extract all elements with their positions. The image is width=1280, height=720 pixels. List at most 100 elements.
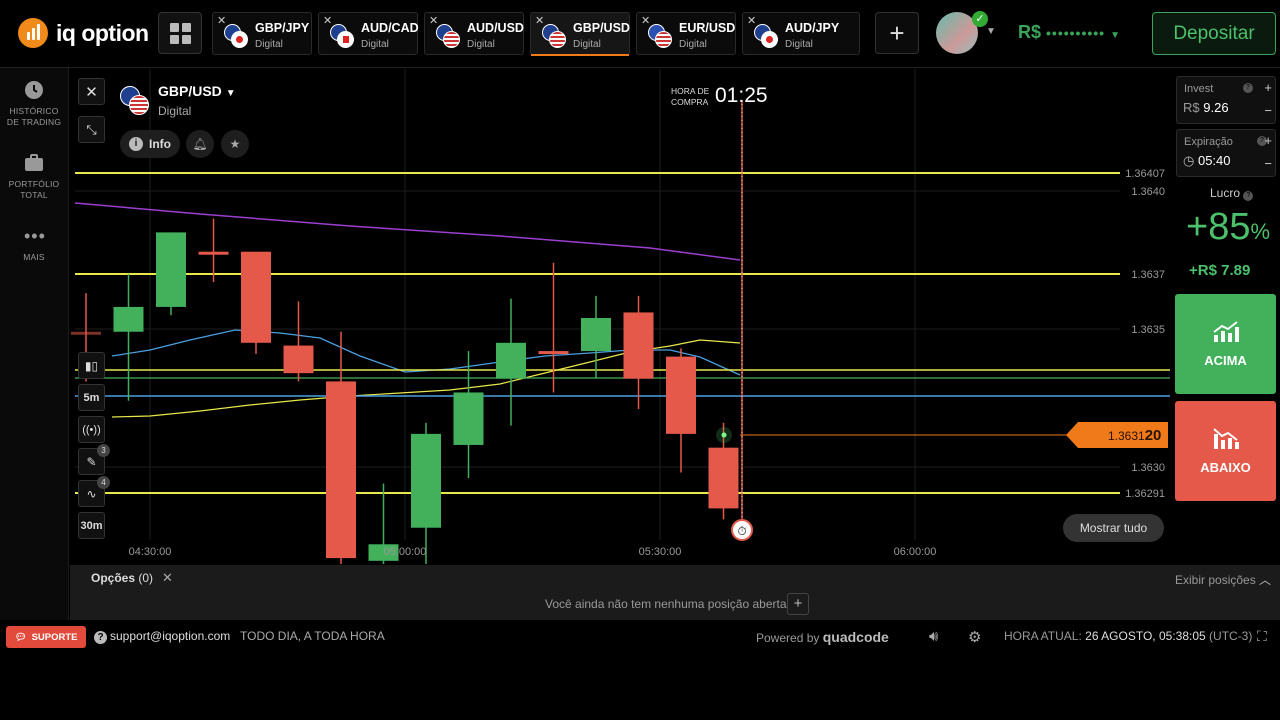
- show-all-button[interactable]: Mostrar tudo: [1063, 514, 1164, 542]
- tab-pair-label: AUD/JPY: [785, 21, 840, 35]
- show-positions-toggle[interactable]: Exibir posições ︿: [1175, 571, 1271, 588]
- support-button[interactable]: 💬︎ SUPORTE: [6, 626, 86, 648]
- candle-body[interactable]: [666, 356, 696, 434]
- tab-eur-usd[interactable]: ✕ EUR/USD Digital: [636, 12, 736, 55]
- help-icon: ?: [1243, 191, 1254, 201]
- info-icon: i: [129, 137, 143, 151]
- candle-body[interactable]: [708, 447, 739, 509]
- help-icon: ?: [94, 631, 107, 644]
- fullscreen-icon[interactable]: ⛶: [1257, 628, 1267, 645]
- sound-icon[interactable]: 🔊︎: [929, 628, 938, 645]
- invest-decrease-button[interactable]: −: [1264, 103, 1272, 118]
- tab-aud-jpy[interactable]: ✕ AUD/JPY Digital: [742, 12, 860, 55]
- candle-body[interactable]: [241, 251, 271, 343]
- star-icon: ★: [229, 137, 241, 151]
- candle-body[interactable]: [538, 351, 569, 355]
- options-tab[interactable]: Opções (0): [91, 571, 153, 585]
- broadcast-icon: ((•)): [82, 423, 101, 436]
- candle-body[interactable]: [453, 392, 484, 445]
- expiry-increase-button[interactable]: +: [1264, 133, 1272, 148]
- invest-value[interactable]: R$ 9.26: [1183, 100, 1229, 115]
- buy-down-button[interactable]: ABAIXO: [1175, 401, 1276, 501]
- expiry-label: Expiração: [1184, 136, 1233, 148]
- invest-field[interactable]: Invest ? R$ 9.26 + −: [1176, 76, 1276, 124]
- chart-type-button[interactable]: ▮▯: [78, 352, 105, 379]
- currency-label: R$: [1018, 22, 1042, 42]
- help-icon[interactable]: ?: [1243, 83, 1253, 93]
- candle-body[interactable]: [411, 433, 441, 528]
- y-tick-label: 1.36291: [1125, 488, 1165, 500]
- tab-type-label: Digital: [573, 39, 601, 50]
- current-time: HORA ATUAL: 26 AGOSTO, 05:38:05 (UTC-3): [1004, 629, 1253, 643]
- support-email[interactable]: ? support@iqoption.com: [94, 629, 230, 644]
- brand-logo[interactable]: iq option: [18, 18, 149, 48]
- tab-gbp-jpy[interactable]: ✕ GBP/JPY Digital: [212, 12, 312, 55]
- profit-label: Lucro ?: [1210, 186, 1254, 201]
- close-chart-button[interactable]: ✕: [78, 78, 105, 105]
- trading-app: iq option ✕ GBP/JPY Digital ✕ AUD/CAD Di…: [0, 0, 1280, 720]
- drawing-tools-button[interactable]: ✎ 3: [78, 444, 110, 475]
- candle-body[interactable]: [326, 381, 356, 559]
- buy-up-button[interactable]: ACIMA: [1175, 294, 1276, 394]
- clock-icon: ◷: [1183, 153, 1195, 168]
- current-price-label: 1.363120: [1108, 427, 1161, 444]
- buy-down-label: ABAIXO: [1200, 459, 1251, 475]
- info-label: Info: [149, 137, 171, 151]
- chevron-down-icon[interactable]: ▼: [986, 26, 996, 37]
- tab-aud-usd[interactable]: ✕ AUD/USD Digital: [424, 12, 524, 55]
- tab-aud-cad[interactable]: ✕ AUD/CAD Digital: [318, 12, 419, 55]
- live-signal-button[interactable]: ((•)): [78, 416, 105, 443]
- top-bar: iq option ✕ GBP/JPY Digital ✕ AUD/CAD Di…: [0, 0, 1280, 68]
- verified-icon: ✓: [972, 11, 988, 27]
- gear-icon[interactable]: ⚙: [968, 628, 981, 646]
- gbp-usd-flag-icon: [120, 86, 150, 116]
- alert-button[interactable]: 🔔︎: [186, 130, 214, 158]
- chevron-up-icon: ︿: [1259, 573, 1272, 587]
- invest-increase-button[interactable]: +: [1264, 80, 1272, 95]
- tab-gbp-usd[interactable]: ✕ GBP/USD Digital: [530, 12, 630, 56]
- profit-percentage: +85%: [1186, 206, 1271, 248]
- chart-down-icon: [1212, 427, 1239, 449]
- x-tick-label: 04:30:00: [129, 546, 172, 558]
- close-icon: ✕: [85, 83, 98, 101]
- tab-type-label: Digital: [785, 39, 813, 50]
- deposit-button[interactable]: Depositar: [1152, 12, 1276, 55]
- invest-label: Invest: [1184, 83, 1214, 95]
- sidebar-item-history[interactable]: HISTÓRICO DE TRADING: [0, 80, 68, 128]
- candle-body[interactable]: [283, 345, 314, 374]
- period-button[interactable]: 30m: [78, 512, 105, 539]
- pencil-icon: ✎: [86, 454, 97, 469]
- info-button[interactable]: i Info: [120, 130, 180, 158]
- add-position-button[interactable]: +: [787, 593, 809, 615]
- candle-body[interactable]: [623, 312, 654, 379]
- close-icon[interactable]: ✕: [162, 570, 173, 586]
- add-tab-button[interactable]: +: [875, 12, 919, 54]
- candle-body[interactable]: [496, 342, 526, 379]
- asset-selector[interactable]: GBP/USD ▼: [158, 83, 236, 99]
- support-hours: TODO DIA, A TODA HORA: [240, 629, 385, 643]
- tab-pair-label: GBP/JPY: [255, 21, 310, 35]
- candle-body[interactable]: [71, 331, 101, 335]
- sidebar-item-portfolio[interactable]: PORTFÓLIO TOTAL: [0, 153, 68, 201]
- favorite-button[interactable]: ★: [221, 130, 249, 158]
- candle-body[interactable]: [113, 306, 144, 332]
- chevron-down-icon: ▼: [1110, 30, 1120, 41]
- expiry-field[interactable]: Expiração ? ◷ 05:40 + −: [1176, 129, 1276, 177]
- expiry-value[interactable]: ◷ 05:40: [1183, 153, 1231, 169]
- expiry-decrease-button[interactable]: −: [1264, 156, 1272, 171]
- grid-icon: [169, 22, 191, 44]
- y-tick-label: 1.36407: [1125, 168, 1165, 180]
- indicators-button[interactable]: ∿ 4: [78, 476, 110, 507]
- candle-body[interactable]: [156, 232, 186, 307]
- apps-grid-button[interactable]: [158, 12, 202, 54]
- sidebar-item-label: MAIS: [23, 252, 45, 262]
- left-sidebar: HISTÓRICO DE TRADING PORTFÓLIO TOTAL •••…: [0, 68, 69, 620]
- candle-body[interactable]: [198, 251, 229, 255]
- sidebar-item-more[interactable]: ••• MAIS: [0, 226, 68, 263]
- sidebar-item-label: PORTFÓLIO TOTAL: [8, 179, 60, 200]
- balance-display[interactable]: R$ •••••••••• ▼: [1018, 22, 1120, 43]
- timeframe-button[interactable]: 5m: [78, 384, 105, 411]
- powered-by: Powered by quadcode: [756, 629, 889, 645]
- collapse-button[interactable]: ⤡: [78, 116, 105, 143]
- candle-body[interactable]: [581, 317, 611, 352]
